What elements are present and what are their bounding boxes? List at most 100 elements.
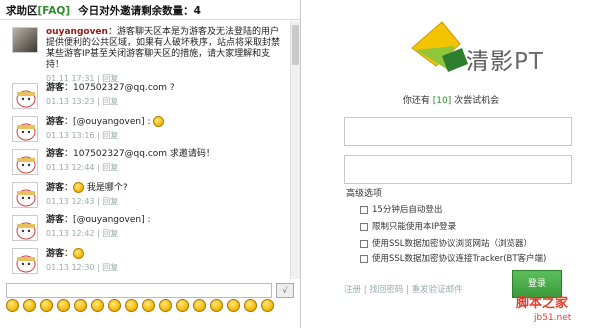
logo-text-suffix: PT bbox=[514, 49, 544, 75]
checkbox[interactable] bbox=[360, 239, 368, 248]
timestamp: 01.13 12:43 bbox=[46, 197, 95, 206]
emoji-picker-icon[interactable] bbox=[74, 299, 87, 312]
timestamp: 01.11 17:31 bbox=[46, 74, 95, 83]
scrollbar-thumb[interactable] bbox=[292, 25, 299, 65]
advanced-options-title: 高级选项 bbox=[346, 189, 383, 199]
username[interactable]: ouyangoven bbox=[46, 27, 108, 37]
help-area-label: 求助区 bbox=[6, 5, 38, 17]
reply-link[interactable]: 回复 bbox=[102, 229, 118, 238]
option-auto-logout[interactable]: 15分钟后自动登出 bbox=[360, 203, 442, 215]
avatar bbox=[12, 27, 38, 53]
checkbox[interactable] bbox=[360, 205, 368, 214]
emoji-picker-icon[interactable] bbox=[57, 299, 70, 312]
emoji-picker-icon[interactable] bbox=[125, 299, 138, 312]
emoji-picker-icon[interactable] bbox=[193, 299, 206, 312]
username[interactable]: 游客 bbox=[46, 249, 64, 259]
avatar bbox=[12, 182, 38, 208]
reply-link[interactable]: 回复 bbox=[102, 197, 118, 206]
chat-scrollbar[interactable] bbox=[290, 21, 300, 279]
chat-header: 求助区[FAQ] 今日对外邀请剩余数量：4 bbox=[0, 0, 300, 20]
password-field[interactable] bbox=[344, 155, 572, 184]
emoji-picker-icon[interactable] bbox=[91, 299, 104, 312]
watermark: 脚本之家 bbox=[516, 296, 569, 311]
message-text: ：[@ouyangoven] : bbox=[64, 215, 151, 225]
message-text: 我是哪个? bbox=[86, 183, 128, 193]
option-label: 限制只能使用本IP登录 bbox=[372, 222, 457, 232]
username[interactable]: 游客 bbox=[46, 215, 64, 225]
avatar bbox=[12, 116, 38, 142]
recover-password-link[interactable]: 找回密码 bbox=[369, 285, 403, 295]
reply-link[interactable]: 回复 bbox=[102, 131, 118, 140]
login-panel: 清影PT 你还有 [10] 次尝试机会 高级选项 15分钟后自动登出 限制只能使… bbox=[302, 0, 600, 328]
smiley-icon bbox=[73, 248, 85, 259]
chat-input-row: √ bbox=[6, 283, 294, 298]
bunny-avatar-icon bbox=[16, 189, 36, 207]
trial-count: [10] bbox=[432, 96, 452, 106]
message-text: ： bbox=[64, 249, 74, 259]
option-ip-restrict[interactable]: 限制只能使用本IP登录 bbox=[360, 220, 456, 232]
bunny-avatar-icon bbox=[16, 156, 36, 174]
message-text: ：107502327@qq.com ? bbox=[64, 83, 175, 93]
reply-link[interactable]: 回复 bbox=[102, 97, 118, 106]
emoji-picker-icon[interactable] bbox=[244, 299, 257, 312]
register-link[interactable]: 注册 bbox=[344, 285, 361, 295]
logo-text-main: 清影 bbox=[466, 49, 514, 75]
message-list: ouyangoven：游客聊天区本是为游客及无法登陆的用户提供便利的公共区域，如… bbox=[0, 21, 289, 279]
site-logo: 清影PT bbox=[338, 8, 578, 78]
watermark-url: jb51.net bbox=[534, 313, 572, 323]
avatar bbox=[12, 149, 38, 175]
timestamp: 01.13 12:42 bbox=[46, 229, 95, 238]
emoji-picker-icon[interactable] bbox=[6, 299, 19, 312]
resend-verification-link[interactable]: 重发验证邮件 bbox=[412, 285, 463, 295]
checkbox[interactable] bbox=[360, 254, 368, 263]
emoji-picker-icon[interactable] bbox=[227, 299, 240, 312]
emoji-picker-icon[interactable] bbox=[40, 299, 53, 312]
option-ssl-tracker[interactable]: 使用SSL数据加密协议连接Tracker(BT客户端) bbox=[360, 252, 546, 264]
emoji-picker-icon[interactable] bbox=[261, 299, 274, 312]
auth-links: 注册 | 找回密码 | 重发验证邮件 bbox=[344, 285, 463, 295]
emoji-picker-icon[interactable] bbox=[210, 299, 223, 312]
avatar bbox=[12, 248, 38, 274]
checkbox[interactable] bbox=[360, 222, 368, 231]
option-label: 使用SSL数据加密协议浏览网站（浏览器） bbox=[372, 239, 533, 249]
trial-suffix: 次尝试机会 bbox=[454, 96, 500, 106]
avatar bbox=[12, 215, 38, 241]
smiley-icon bbox=[153, 116, 165, 127]
chat-input[interactable] bbox=[6, 283, 272, 298]
smiley-icon bbox=[73, 182, 85, 193]
timestamp: 01.13 12:44 bbox=[46, 163, 95, 172]
username[interactable]: 游客 bbox=[46, 183, 64, 193]
username[interactable]: 游客 bbox=[46, 149, 64, 159]
emoji-picker-icon[interactable] bbox=[176, 299, 189, 312]
bunny-avatar-icon bbox=[16, 123, 36, 141]
timestamp: 01.13 13:16 bbox=[46, 131, 95, 140]
invite-remaining-label: 今日对外邀请剩余数量： bbox=[78, 5, 194, 17]
username-field[interactable] bbox=[344, 117, 572, 146]
timestamp: 01.13 12:30 bbox=[46, 263, 95, 272]
message-text: ：[@ouyangoven] : bbox=[64, 117, 151, 127]
send-button[interactable]: √ bbox=[276, 283, 294, 298]
emoji-picker-icon[interactable] bbox=[142, 299, 155, 312]
reply-link[interactable]: 回复 bbox=[102, 163, 118, 172]
trial-prefix: 你还有 bbox=[402, 96, 430, 106]
username[interactable]: 游客 bbox=[46, 83, 64, 93]
trial-notice: 你还有 [10] 次尝试机会 bbox=[302, 93, 600, 106]
emoji-picker-icon[interactable] bbox=[159, 299, 172, 312]
timestamp: 01.13 13:23 bbox=[46, 97, 95, 106]
bunny-avatar-icon bbox=[16, 90, 36, 108]
emoji-picker-icon[interactable] bbox=[108, 299, 121, 312]
avatar bbox=[12, 83, 38, 109]
reply-link[interactable]: 回复 bbox=[102, 263, 118, 272]
option-ssl-browse[interactable]: 使用SSL数据加密协议浏览网站（浏览器） bbox=[360, 237, 532, 249]
logo-text: 清影PT bbox=[466, 42, 544, 76]
invite-remaining-count: 4 bbox=[193, 5, 201, 17]
faq-link[interactable]: [FAQ] bbox=[38, 5, 71, 17]
bunny-avatar-icon bbox=[16, 222, 36, 240]
emoji-bar bbox=[6, 299, 278, 315]
message-text: ：107502327@qq.com 求邀请码！ bbox=[64, 149, 215, 159]
option-label: 15分钟后自动登出 bbox=[372, 205, 443, 215]
chat-panel: 求助区[FAQ] 今日对外邀请剩余数量：4 ouyangoven：游客聊天区本是为… bbox=[0, 0, 301, 328]
reply-link[interactable]: 回复 bbox=[102, 74, 118, 83]
emoji-picker-icon[interactable] bbox=[23, 299, 36, 312]
username[interactable]: 游客 bbox=[46, 117, 64, 127]
